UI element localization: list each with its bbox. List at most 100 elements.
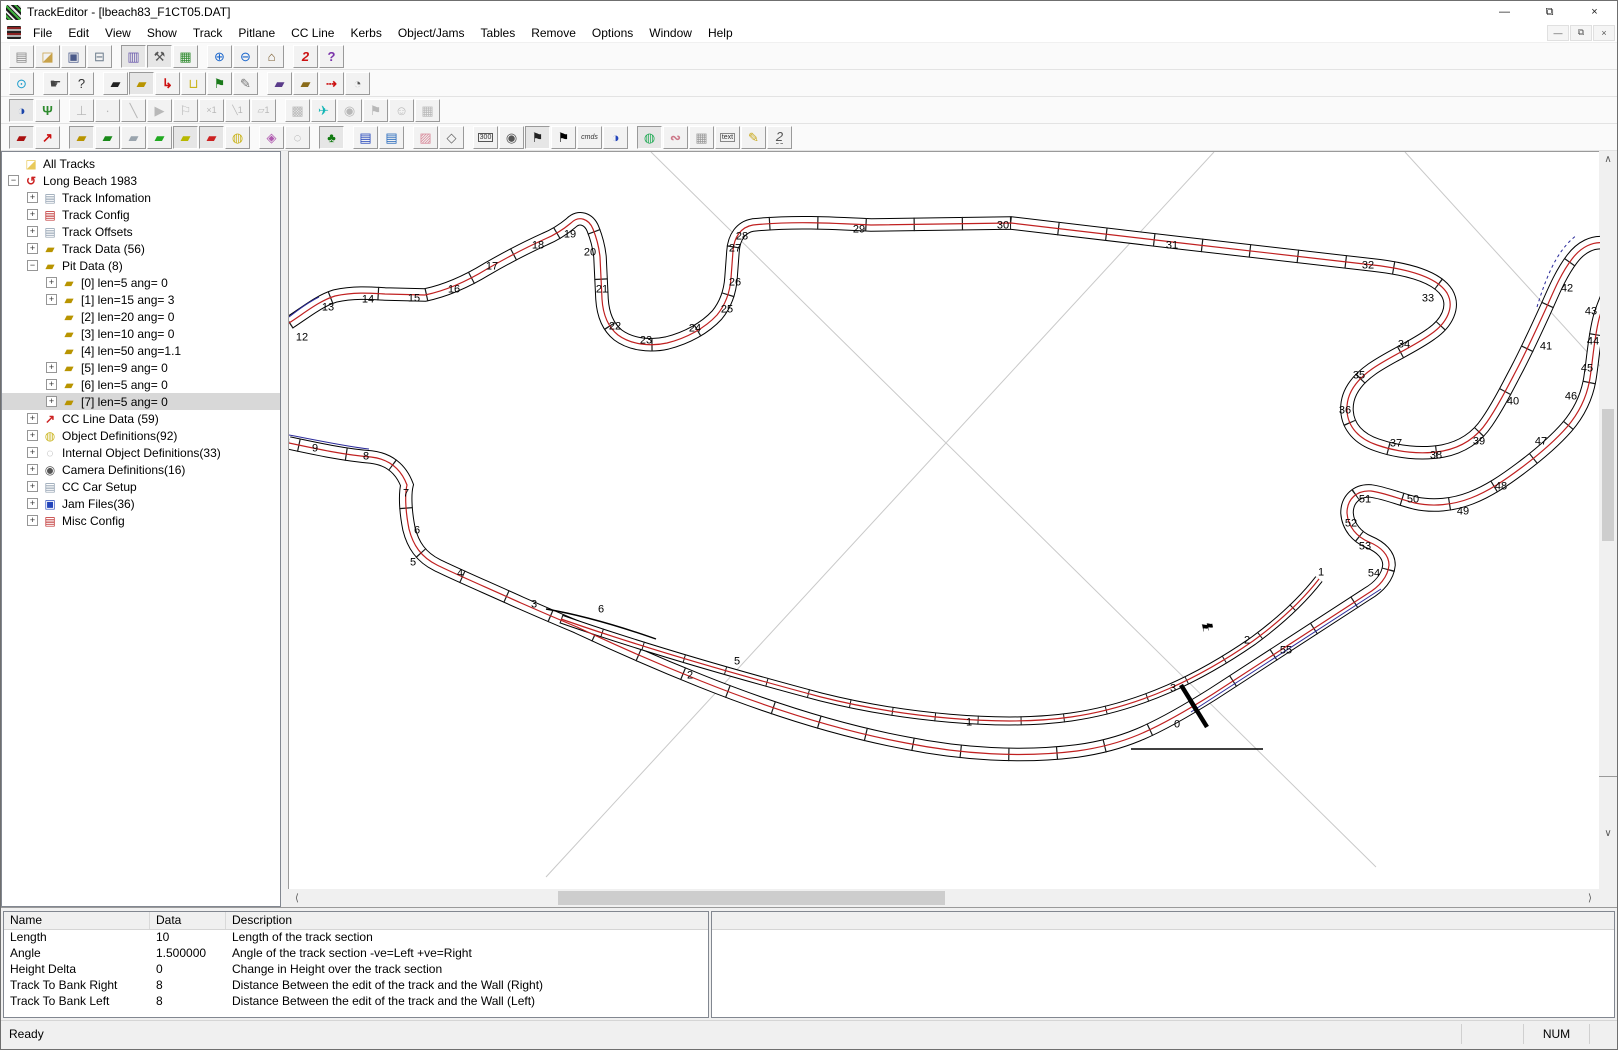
- tree-expander-icon[interactable]: +: [27, 243, 38, 254]
- tree-item[interactable]: ▰ [4] len=50 ang=1.1: [2, 342, 280, 359]
- tree-expander-icon[interactable]: +: [46, 277, 57, 288]
- toolbar-button[interactable]: 2: [293, 45, 318, 68]
- tree-item[interactable]: + ▰ [5] len=9 ang= 0: [2, 359, 280, 376]
- horizontal-scrollbar[interactable]: ⟨ ⟩: [288, 889, 1599, 907]
- scroll-right-icon[interactable]: ⟩: [1581, 890, 1599, 907]
- toolbar-button[interactable]: ▰: [147, 126, 172, 149]
- menu-item[interactable]: Options: [584, 24, 641, 42]
- toolbar-button[interactable]: cmds: [577, 126, 602, 149]
- tree-item[interactable]: + ◌ Internal Object Definitions(33): [2, 444, 280, 461]
- toolbar-button[interactable]: ▰: [69, 126, 94, 149]
- toolbar-button[interactable]: ▨: [413, 126, 438, 149]
- restore-button[interactable]: ⧉: [1527, 1, 1572, 23]
- toolbar-button[interactable]: ▩: [285, 99, 310, 122]
- toolbar-button[interactable]: 2: [767, 126, 792, 149]
- toolbar-button[interactable]: ⊙: [9, 72, 34, 95]
- column-header-name[interactable]: Name: [4, 912, 150, 929]
- toolbar-button[interactable]: ▰: [129, 72, 154, 95]
- toolbar-button[interactable]: ▶: [147, 99, 172, 122]
- table-row[interactable]: Height Delta 0 Change in Height over the…: [4, 962, 708, 978]
- column-header-description[interactable]: Description: [226, 912, 708, 929]
- table-row[interactable]: Track To Bank Left 8 Distance Between th…: [4, 994, 708, 1010]
- scroll-down-icon[interactable]: ∨: [1599, 776, 1617, 889]
- minimize-button[interactable]: —: [1482, 1, 1527, 23]
- menu-item[interactable]: CC Line: [283, 24, 342, 42]
- tree-expander-icon[interactable]: −: [8, 175, 19, 186]
- horizontal-scroll-thumb[interactable]: [558, 891, 945, 905]
- toolbar-button[interactable]: ▦: [689, 126, 714, 149]
- toolbar-button[interactable]: 300: [473, 126, 498, 149]
- menu-item[interactable]: Tables: [473, 24, 524, 42]
- tree-item[interactable]: + ▰ [1] len=15 ang= 3: [2, 291, 280, 308]
- track-canvas[interactable]: 12 13 14 15 16 17 18 19: [288, 151, 1599, 889]
- tree-item[interactable]: + ↗ CC Line Data (59): [2, 410, 280, 427]
- toolbar-button[interactable]: ◌: [285, 126, 310, 149]
- toolbar-button[interactable]: ▰: [293, 72, 318, 95]
- toolbar-button[interactable]: ☛: [43, 72, 68, 95]
- toolbar-button[interactable]: ╲1: [225, 99, 250, 122]
- toolbar-button[interactable]: ▤: [353, 126, 378, 149]
- tree-item[interactable]: + ▰ Track Data (56): [2, 240, 280, 257]
- menu-item[interactable]: Window: [641, 24, 700, 42]
- tree-item[interactable]: + ◉ Camera Definitions(16): [2, 461, 280, 478]
- tree-expander-icon[interactable]: +: [27, 515, 38, 526]
- toolbar-button[interactable]: ?: [69, 72, 94, 95]
- menu-item[interactable]: Kerbs: [342, 24, 389, 42]
- toolbar-button[interactable]: text: [715, 126, 740, 149]
- toolbar-button[interactable]: ▦: [173, 45, 198, 68]
- tree-expander-icon[interactable]: +: [27, 498, 38, 509]
- toolbar-button[interactable]: ◉: [499, 126, 524, 149]
- toolbar-button[interactable]: ◍: [225, 126, 250, 149]
- toolbar-button[interactable]: ✎: [741, 126, 766, 149]
- toolbar-button[interactable]: ▰: [103, 72, 128, 95]
- toolbar-button[interactable]: ×1: [199, 99, 224, 122]
- table-row[interactable]: Angle 1.500000 Angle of the track sectio…: [4, 946, 708, 962]
- tree-expander-icon[interactable]: +: [46, 294, 57, 305]
- vertical-scrollbar[interactable]: ∧ ∨: [1599, 151, 1617, 889]
- toolbar-button[interactable]: ♣: [319, 126, 344, 149]
- tree-item[interactable]: + ▰ [0] len=5 ang= 0: [2, 274, 280, 291]
- column-header-data[interactable]: Data: [150, 912, 226, 929]
- toolbar-button[interactable]: ▤: [9, 45, 34, 68]
- toolbar-button[interactable]: ☺: [389, 99, 414, 122]
- toolbar-button[interactable]: ⚐: [173, 99, 198, 122]
- mdi-minimize-button[interactable]: —: [1547, 25, 1569, 41]
- tree-expander-icon[interactable]: +: [27, 481, 38, 492]
- tree-expander-icon[interactable]: +: [27, 464, 38, 475]
- toolbar-button[interactable]: ◑: [9, 99, 34, 122]
- tree-item[interactable]: + ▤ Track Offsets: [2, 223, 280, 240]
- title-bar[interactable]: TrackEditor - [lbeach83_F1CT05.DAT] — ⧉ …: [1, 1, 1617, 23]
- tree-item[interactable]: + ▰ [6] len=5 ang= 0: [2, 376, 280, 393]
- toolbar-button[interactable]: ▰: [95, 126, 120, 149]
- toolbar-button[interactable]: ◪: [35, 45, 60, 68]
- table-row[interactable]: Track To Bank Right 8 Distance Between t…: [4, 978, 708, 994]
- close-button[interactable]: ×: [1572, 1, 1617, 23]
- menu-item[interactable]: View: [97, 24, 139, 42]
- toolbar-button[interactable]: ▤: [379, 126, 404, 149]
- toolbar-button[interactable]: ✈: [311, 99, 336, 122]
- menu-item[interactable]: Remove: [523, 24, 584, 42]
- menu-item[interactable]: File: [25, 24, 60, 42]
- tree-expander-icon[interactable]: +: [27, 226, 38, 237]
- toolbar-button[interactable]: ∙: [95, 99, 120, 122]
- toolbar-button[interactable]: ⊖: [233, 45, 258, 68]
- toolbar-button[interactable]: ⊕: [207, 45, 232, 68]
- tree-item[interactable]: ▰ [3] len=10 ang= 0: [2, 325, 280, 342]
- toolbar-button[interactable]: ▰: [173, 126, 198, 149]
- tree-item[interactable]: − ↺ Long Beach 1983: [2, 172, 280, 189]
- toolbar-button[interactable]: ◉: [337, 99, 362, 122]
- tree-expander-icon[interactable]: +: [46, 379, 57, 390]
- toolbar-button[interactable]: ▦: [415, 99, 440, 122]
- tree-expander-icon[interactable]: +: [27, 413, 38, 424]
- toolbar-button[interactable]: ⚑: [551, 126, 576, 149]
- toolbar-button[interactable]: ▰: [267, 72, 292, 95]
- toolbar-button[interactable]: ▰: [9, 126, 34, 149]
- scroll-up-icon[interactable]: ∧: [1599, 151, 1617, 168]
- toolbar-button[interactable]: ◈: [259, 126, 284, 149]
- toolbar-button[interactable]: ✎: [233, 72, 258, 95]
- tree-expander-icon[interactable]: +: [27, 209, 38, 220]
- tree-expander-icon[interactable]: +: [27, 430, 38, 441]
- menu-item[interactable]: Object/Jams: [390, 24, 473, 42]
- tree-item[interactable]: + ▤ Track Config: [2, 206, 280, 223]
- tree-item[interactable]: ◪ All Tracks: [2, 155, 280, 172]
